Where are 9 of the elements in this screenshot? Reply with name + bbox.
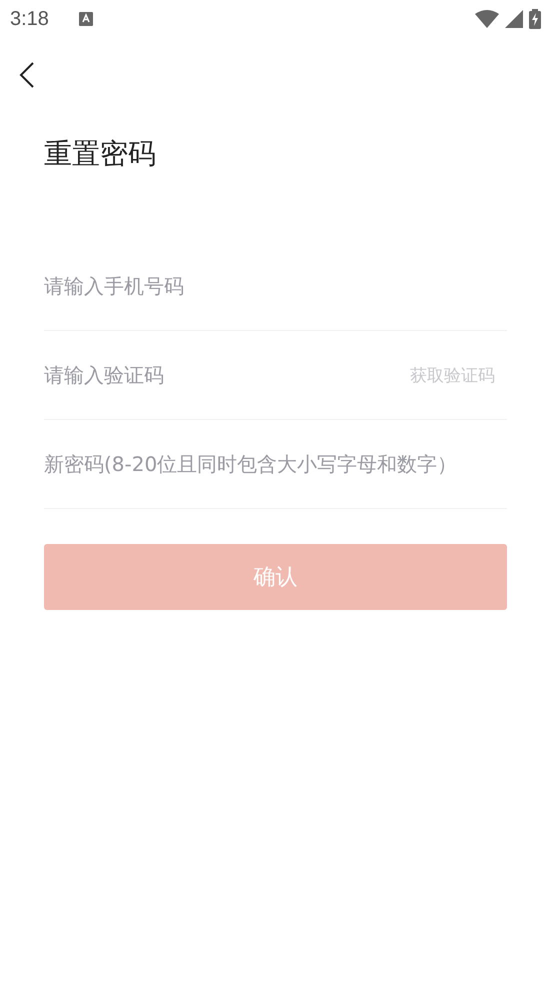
page-title: 重置密码 (44, 136, 157, 172)
signal-icon (505, 10, 523, 28)
input-field[interactable]: 请输入手机号码 (44, 266, 507, 306)
wifi-icon (475, 10, 499, 28)
input-field[interactable]: 新密码(8-20位且同时包含大小写字母和数字） (44, 444, 507, 484)
status-time: 3:18 (10, 8, 49, 30)
battery-icon (529, 9, 541, 29)
keyboard-icon (78, 12, 93, 26)
input-field[interactable]: 请输入验证码 (44, 355, 402, 395)
